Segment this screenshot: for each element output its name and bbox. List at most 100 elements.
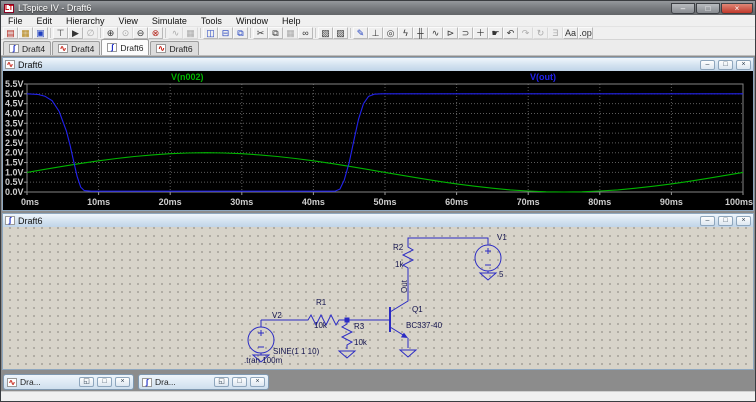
- drag-button[interactable]: ☛: [488, 27, 503, 39]
- schematic-drawing[interactable]: [3, 227, 755, 369]
- v2-name-label[interactable]: V2: [272, 311, 282, 320]
- q1-value-label[interactable]: BC337-40: [406, 321, 442, 330]
- minimize-button[interactable]: –: [671, 3, 695, 14]
- place-diode-button[interactable]: ⊳: [443, 27, 458, 39]
- paste-button[interactable]: ▦: [283, 27, 298, 39]
- v2-value-label[interactable]: SINE(1 1 10): [273, 347, 319, 356]
- tab-draft4-schematic[interactable]: ∿ ʃ Draft4: [3, 41, 51, 55]
- close-button[interactable]: ×: [250, 377, 265, 387]
- place-inductor-button[interactable]: ∿: [428, 27, 443, 39]
- status-bar: [1, 391, 755, 402]
- maximize-button[interactable]: □: [97, 377, 112, 387]
- spice-directive-label[interactable]: .tran 100m: [244, 356, 282, 365]
- restore-button[interactable]: □: [718, 216, 733, 226]
- plot-settings-button[interactable]: ▦: [183, 27, 198, 39]
- zoom-in-button[interactable]: ⊕: [103, 27, 118, 39]
- spice-directive-button[interactable]: .op: [578, 27, 593, 39]
- tab-draft4-waveform[interactable]: ∿ ʃ Draft4: [52, 41, 100, 55]
- menu-edit[interactable]: Edit: [30, 16, 60, 26]
- place-capacitor-button[interactable]: ╫: [413, 27, 428, 39]
- new-schematic-button[interactable]: ▤: [3, 27, 18, 39]
- restore-button[interactable]: □: [718, 60, 733, 70]
- close-button[interactable]: ×: [721, 3, 753, 14]
- trace-label[interactable]: V(n002): [171, 72, 204, 82]
- tile-vertically-button[interactable]: ◫: [203, 27, 218, 39]
- restore-button[interactable]: ◱: [79, 377, 94, 387]
- mirror-button[interactable]: Ǝ: [548, 27, 563, 39]
- undo-button[interactable]: ↶: [503, 27, 518, 39]
- zoom-full-extents-button[interactable]: ⊗: [148, 27, 163, 39]
- title-bar[interactable]: LT LTspice IV - Draft6 – □ ×: [1, 1, 755, 15]
- menu-file[interactable]: File: [1, 16, 30, 26]
- r3-value-label[interactable]: 10k: [354, 338, 367, 347]
- print-button[interactable]: ▨: [333, 27, 348, 39]
- menu-hierarchy[interactable]: Hierarchy: [59, 16, 112, 26]
- r2-name-label[interactable]: R2: [393, 243, 403, 252]
- tab-label: Draft4: [71, 44, 94, 54]
- place-ground-button[interactable]: ⊥: [368, 27, 383, 39]
- copy-button[interactable]: ⧉: [268, 27, 283, 39]
- tab-draft6-schematic[interactable]: ∿ ʃ Draft6: [101, 39, 149, 55]
- maximize-button[interactable]: □: [232, 377, 247, 387]
- place-text-button[interactable]: Aa: [563, 27, 578, 39]
- cut-button[interactable]: ✂: [253, 27, 268, 39]
- open-button[interactable]: ▦: [18, 27, 33, 39]
- r1-value-label[interactable]: 10k: [314, 321, 327, 330]
- close-button[interactable]: ×: [736, 216, 751, 226]
- r3-name-label[interactable]: R3: [354, 322, 364, 331]
- svg-text:1.0V: 1.0V: [5, 167, 24, 177]
- v1-name-label[interactable]: V1: [497, 233, 507, 242]
- menu-simulate[interactable]: Simulate: [145, 16, 194, 26]
- control-panel-button[interactable]: ⊤: [53, 27, 68, 39]
- v1-value-label[interactable]: 5: [499, 270, 503, 279]
- find-button[interactable]: ∞: [298, 27, 313, 39]
- minimize-button[interactable]: –: [700, 216, 715, 226]
- trace-label[interactable]: V(out): [530, 72, 556, 82]
- v1-voltage-source[interactable]: [475, 245, 501, 280]
- save-button[interactable]: ▣: [33, 27, 48, 39]
- schematic-window-titlebar[interactable]: ʃ Draft6 – □ ×: [3, 214, 753, 227]
- waveform-window-titlebar[interactable]: ∿ Draft6 – □ ×: [3, 58, 753, 71]
- zoom-out-button[interactable]: ⊖: [133, 27, 148, 39]
- window-title: LTspice IV - Draft6: [18, 3, 670, 13]
- svg-text:10ms: 10ms: [87, 197, 110, 207]
- schematic-canvas[interactable]: V2 SINE(1 1 10) .tran 100m R1 10k R3 10k…: [3, 227, 753, 369]
- r1-name-label[interactable]: R1: [316, 298, 326, 307]
- maximize-button[interactable]: □: [696, 3, 720, 14]
- minimized-draft4-waveform[interactable]: ∿ ʃ Dra... ◱ □ ×: [3, 374, 134, 390]
- minimize-button[interactable]: –: [700, 60, 715, 70]
- menu-tools[interactable]: Tools: [194, 16, 229, 26]
- autorange-y-button[interactable]: ∿: [168, 27, 183, 39]
- halt-button[interactable]: ∅: [83, 27, 98, 39]
- menu-help[interactable]: Help: [275, 16, 308, 26]
- waveform-plot-area[interactable]: 5.5V5.0V4.5V4.0V3.5V3.0V2.5V2.0V1.5V1.0V…: [3, 71, 753, 210]
- run-button[interactable]: ▶: [68, 27, 83, 39]
- waveform-plot-svg[interactable]: 5.5V5.0V4.5V4.0V3.5V3.0V2.5V2.0V1.5V1.0V…: [3, 71, 755, 210]
- close-button[interactable]: ×: [115, 377, 130, 387]
- close-button[interactable]: ×: [736, 60, 751, 70]
- zoom-back-button[interactable]: ⊙: [118, 27, 133, 39]
- place-component-button[interactable]: ⊃: [458, 27, 473, 39]
- redo-button[interactable]: ↷: [518, 27, 533, 39]
- r2-resistor[interactable]: [403, 243, 413, 271]
- r3-resistor[interactable]: [339, 320, 355, 358]
- tab-draft6-waveform[interactable]: ∿ ʃ Draft6: [150, 41, 198, 55]
- draw-wire-button[interactable]: ✎: [353, 27, 368, 39]
- svg-text:50ms: 50ms: [373, 197, 396, 207]
- r2-value-label[interactable]: 1k: [395, 260, 403, 269]
- copy-bitmap-button[interactable]: ▧: [318, 27, 333, 39]
- rotate-button[interactable]: ↻: [533, 27, 548, 39]
- label-net-button[interactable]: ◎: [383, 27, 398, 39]
- restore-button[interactable]: ◱: [214, 377, 229, 387]
- minimized-draft4-schematic[interactable]: ∿ ʃ Dra... ◱ □ ×: [138, 374, 269, 390]
- menu-window[interactable]: Window: [229, 16, 275, 26]
- svg-text:70ms: 70ms: [517, 197, 540, 207]
- cascade-windows-button[interactable]: ⧉: [233, 27, 248, 39]
- q1-name-label[interactable]: Q1: [412, 305, 423, 314]
- move-button[interactable]: ＋: [473, 27, 488, 39]
- wire[interactable]: [408, 238, 488, 245]
- tile-horizontally-button[interactable]: ⊟: [218, 27, 233, 39]
- out-net-label[interactable]: Out: [400, 280, 409, 293]
- place-resistor-button[interactable]: ϟ: [398, 27, 413, 39]
- menu-view[interactable]: View: [112, 16, 145, 26]
